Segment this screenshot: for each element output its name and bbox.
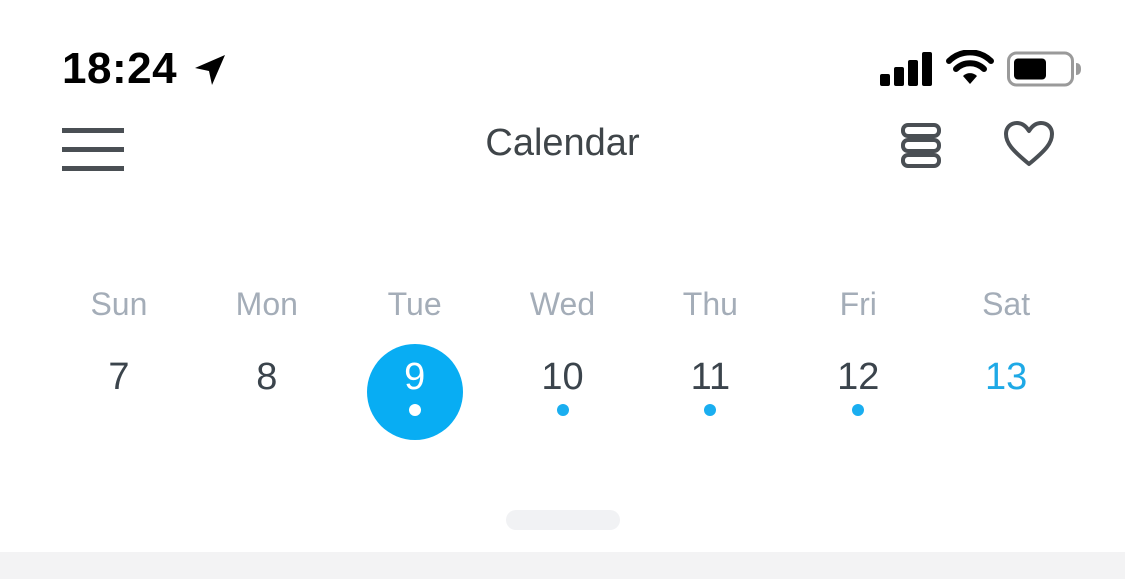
day-of-week-label: Tue [387, 286, 442, 322]
day-thu[interactable]: Thu 11 [636, 280, 784, 450]
heart-icon[interactable] [1002, 120, 1056, 170]
date-cell[interactable]: 10 [515, 344, 611, 440]
event-dot [408, 404, 421, 416]
date-cell[interactable]: 13 [958, 344, 1054, 440]
day-of-week-label: Sun [90, 286, 148, 322]
day-fri[interactable]: Fri 12 [784, 280, 932, 450]
date-cell[interactable]: 8 [219, 344, 315, 440]
date-cell[interactable]: 9 [366, 344, 463, 440]
battery-icon [1007, 51, 1081, 87]
day-wed[interactable]: Wed 10 [489, 280, 637, 450]
day-mon[interactable]: Mon 8 [193, 280, 341, 450]
list-stack-icon[interactable] [898, 120, 944, 170]
date-cell[interactable]: 12 [810, 344, 906, 440]
date-number: 11 [690, 356, 731, 398]
week-strip: Sun 7 Mon 8 Tue 9 Wed 10 Thu 11 Fri 12 S… [45, 280, 1080, 450]
day-of-week-label: Mon [235, 286, 298, 322]
day-sun[interactable]: Sun 7 [45, 280, 193, 450]
event-dot [556, 404, 569, 416]
date-cell[interactable]: 7 [71, 344, 167, 440]
cellular-signal-icon [880, 52, 932, 86]
day-of-week-label: Fri [839, 286, 877, 322]
status-time: 18:24 [62, 44, 178, 93]
date-number: 9 [404, 356, 426, 398]
date-cell[interactable]: 11 [662, 344, 758, 440]
page-title: Calendar [485, 122, 640, 164]
date-number: 12 [837, 356, 880, 398]
day-sat[interactable]: Sat 13 [932, 280, 1080, 450]
day-tue[interactable]: Tue 9 [341, 280, 489, 450]
date-number: 10 [541, 356, 584, 398]
day-of-week-label: Wed [529, 286, 596, 322]
event-dot [704, 404, 717, 416]
location-arrow-icon [195, 55, 225, 85]
event-dot [852, 404, 865, 416]
day-of-week-label: Thu [682, 286, 738, 322]
date-number: 8 [256, 356, 278, 398]
day-of-week-label: Sat [982, 286, 1031, 322]
wifi-icon [946, 50, 994, 84]
content-area-top [0, 552, 1125, 579]
sheet-drag-handle[interactable] [506, 510, 620, 530]
date-number: 13 [984, 356, 1028, 398]
date-number: 7 [108, 356, 130, 398]
